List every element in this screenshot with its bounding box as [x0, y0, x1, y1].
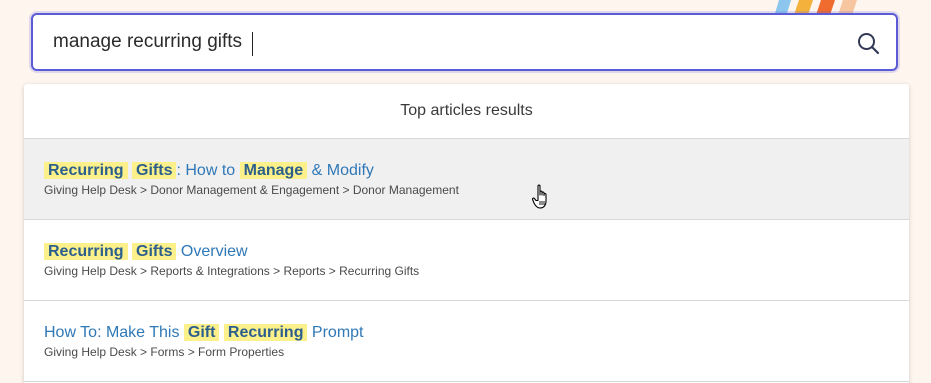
- result-breadcrumb: Giving Help Desk > Reports & Integration…: [44, 264, 420, 278]
- result-breadcrumb: Giving Help Desk > Donor Management & En…: [44, 183, 459, 197]
- search-results-dropdown: Top articles results Recurring Gifts: Ho…: [24, 84, 909, 383]
- result-title-link[interactable]: How To: Make This Gift Recurring Prompt: [44, 323, 889, 343]
- hand-pointer-icon: [532, 184, 547, 209]
- title-text: Prompt: [307, 324, 364, 341]
- highlighted-term: Manage: [239, 162, 308, 179]
- results-header: Top articles results: [24, 84, 909, 139]
- search-input[interactable]: [53, 15, 833, 69]
- highlighted-term: Gifts: [132, 243, 177, 260]
- highlighted-term: Recurring: [44, 162, 128, 179]
- highlighted-term: Gift: [183, 324, 220, 341]
- highlighted-term: Recurring: [223, 324, 308, 341]
- page: Top articles results Recurring Gifts: Ho…: [0, 0, 931, 383]
- result-title-link[interactable]: Recurring Gifts: How to Manage & Modify: [44, 161, 889, 181]
- highlighted-term: Gifts: [132, 162, 177, 179]
- title-text: & Modify: [307, 162, 374, 179]
- result-item[interactable]: Recurring Gifts: How to Manage & Modify G…: [24, 139, 909, 220]
- search-box: [31, 13, 898, 71]
- result-item[interactable]: Recurring Gifts Overview Giving Help Desk…: [24, 220, 909, 301]
- result-item[interactable]: How To: Make This Gift Recurring Prompt G…: [24, 301, 909, 382]
- results-list: Recurring Gifts: How to Manage & Modify G…: [24, 139, 909, 382]
- title-text: How To: Make This: [44, 324, 184, 341]
- title-text: Overview: [176, 243, 248, 260]
- highlighted-term: Recurring: [44, 243, 128, 260]
- result-title-link[interactable]: Recurring Gifts Overview: [44, 242, 889, 262]
- search-icon[interactable]: [856, 31, 880, 55]
- title-text: : How to: [176, 162, 240, 179]
- result-breadcrumb: Giving Help Desk > Forms > Form Properti…: [44, 345, 285, 359]
- text-caret: [252, 32, 253, 56]
